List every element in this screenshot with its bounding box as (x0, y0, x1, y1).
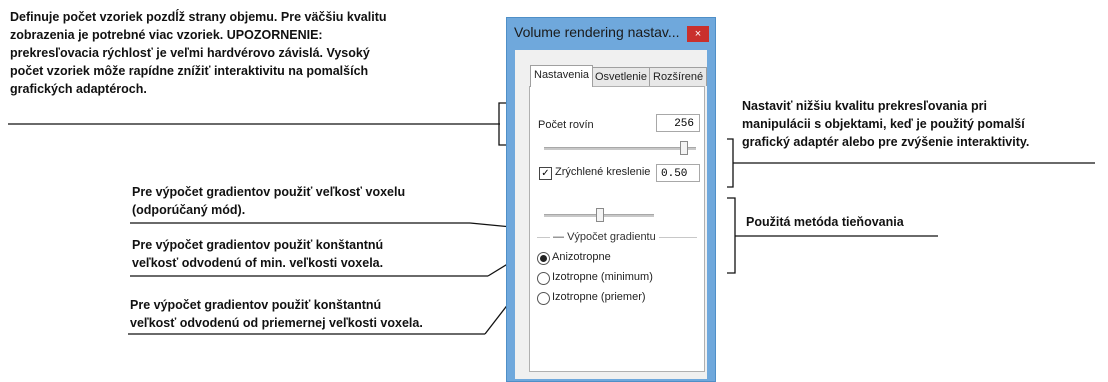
annotation-line: Použitá metóda tieňovania (746, 215, 904, 229)
annotation-isotropic-avg: Pre výpočet gradientov použiť konštantnú… (130, 296, 423, 332)
gradient-group-label: — Výpočet gradientu (550, 231, 659, 243)
tab-rozsirene[interactable]: Rozšírené (649, 67, 708, 86)
annotation-isotropic-min: Pre výpočet gradientov použiť konštantnú… (132, 236, 383, 272)
annotation-line: Pre výpočet gradientov použiť konštantnú (132, 238, 384, 252)
radio-selected-dot (540, 255, 547, 262)
slice-count-slider-track (544, 147, 696, 150)
fast-draw-checkbox[interactable]: ✓ (539, 167, 552, 180)
slice-count-label: Počet rovín (538, 119, 594, 131)
tab-osvetlenie[interactable]: Osvetlenie (591, 67, 651, 86)
annotation-line: (odporúčaný mód). (132, 203, 246, 217)
slices-bracket (498, 102, 506, 146)
radio-label-anizotropne: Anizotropne (552, 251, 611, 263)
slice-count-input[interactable]: 256 (656, 114, 700, 132)
annotation-line: veľkosť odvodenú of min. veľkosti voxela… (132, 256, 384, 270)
radio-izotropne-minimum[interactable] (537, 272, 550, 285)
annotation-line: manipulácii s objektami, keď je použitý … (742, 117, 1025, 131)
annotation-line: zobrazenia je potrebné viac vzoriek. UPO… (10, 28, 323, 42)
fast-draw-label: Zrýchlené kreslenie (555, 166, 651, 178)
tab-nastavenia[interactable]: Nastavenia (530, 65, 594, 87)
annotation-line: Pre výpočet gradientov použiť veľkosť vo… (132, 185, 406, 199)
annotation-anisotropic: Pre výpočet gradientov použiť veľkosť vo… (132, 183, 405, 219)
checkmark-icon: ✓ (541, 168, 550, 179)
fast-bracket (727, 138, 734, 188)
annotation-line: počet vzoriek môže rapídne znížiť intera… (10, 64, 369, 78)
annotation-shading: Použitá metóda tieňovania (746, 213, 904, 231)
radio-izotropne-priemer[interactable] (537, 292, 550, 305)
radio-label-izotropne-minimum: Izotropne (minimum) (552, 271, 653, 283)
fast-draw-input[interactable]: 0.50 (656, 164, 700, 182)
annotation-line: Pre výpočet gradientov použiť konštantnú (130, 298, 382, 312)
close-button[interactable]: × (687, 26, 709, 42)
radio-label-izotropne-priemer: Izotropne (priemer) (552, 291, 646, 303)
annotation-fast-rendering: Nastaviť nižšiu kvalitu prekresľovania p… (742, 97, 1029, 151)
dialog-titlebar[interactable]: Volume rendering nastav... × (507, 18, 715, 48)
annotation-slices: Definuje počet vzoriek pozdĺž strany obj… (10, 8, 387, 98)
annotation-line: Definuje počet vzoriek pozdĺž strany obj… (10, 10, 387, 24)
gradient-group-title: Výpočet gradientu (567, 231, 656, 243)
annotation-line: grafických adaptéroch. (10, 82, 147, 96)
radio-anizotropne[interactable] (537, 252, 550, 265)
dialog-title: Volume rendering nastav... (514, 24, 680, 40)
volume-rendering-dialog: Volume rendering nastav... × Nastavenia … (506, 17, 716, 382)
annotation-line: prekresľovacia rýchlosť je veľmi hardvér… (10, 46, 370, 60)
tab-panel-nastavenia: Počet rovín 256 ✓ Zrýchlené kreslenie 0.… (529, 86, 705, 372)
annotation-line: veľkosť odvodenú od priemernej veľkosti … (130, 316, 423, 330)
close-icon: × (694, 28, 702, 40)
shading-bracket (727, 197, 736, 274)
annotation-line: grafický adaptér alebo pre zvýšenie inte… (742, 135, 1030, 149)
slice-count-slider-thumb[interactable] (679, 141, 688, 155)
fast-draw-slider-thumb[interactable] (596, 208, 604, 222)
dialog-client-area: Nastavenia Osvetlenie Rozšírené Počet ro… (515, 50, 708, 379)
annotation-line: Nastaviť nižšiu kvalitu prekresľovania p… (742, 99, 987, 113)
